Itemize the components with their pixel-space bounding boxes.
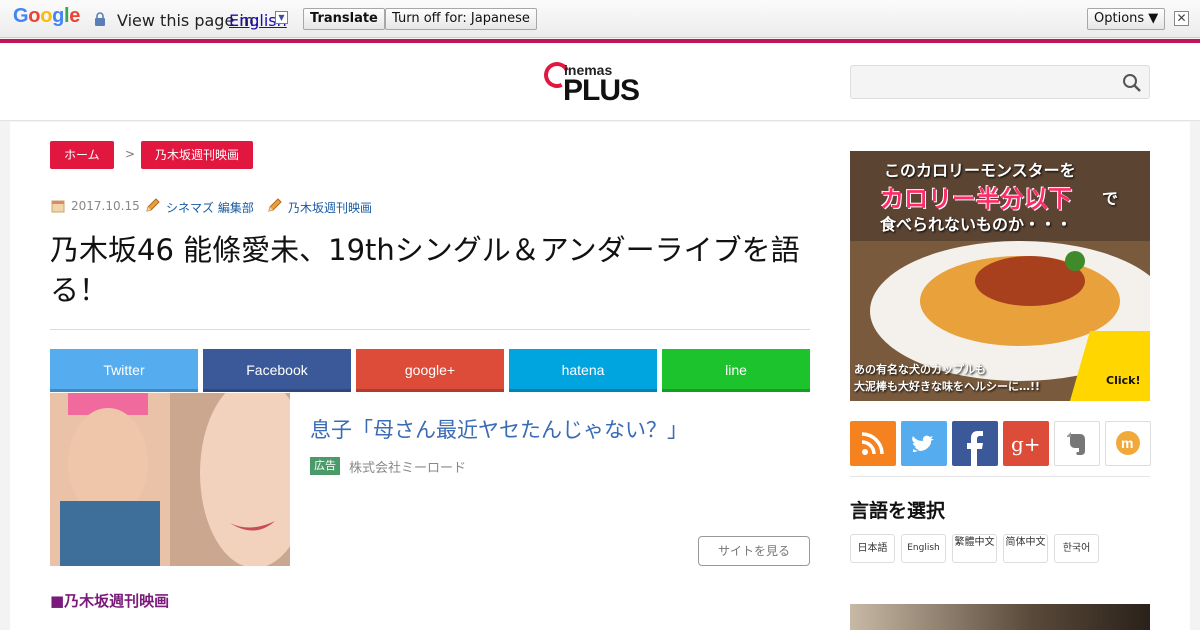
- language-option-simplified-chinese[interactable]: 简体中文: [1003, 534, 1048, 563]
- divider: [50, 329, 810, 330]
- evernote-icon[interactable]: [1054, 421, 1100, 466]
- svg-text:g+: g+: [1011, 432, 1041, 456]
- section-heading: ■乃木坂週刊映画: [50, 592, 170, 610]
- ad-badge: 広告: [310, 457, 340, 475]
- search-icon[interactable]: [1122, 73, 1142, 93]
- options-button[interactable]: Options ▼: [1087, 8, 1166, 30]
- language-select-heading: 言語を選択: [850, 500, 946, 522]
- rss-icon[interactable]: [850, 421, 896, 466]
- svg-text:m: m: [1121, 435, 1133, 451]
- ad-copy-2-suffix: で: [1102, 189, 1119, 208]
- ad-title[interactable]: 息子「母さん最近ヤセたんじゃない？」: [310, 414, 688, 444]
- post-date: 2017.10.15: [71, 199, 140, 213]
- ad-copy-5: 大泥棒も大好きな味をヘルシーに…!!: [854, 380, 1041, 393]
- language-option-japanese[interactable]: 日本語: [850, 534, 895, 563]
- ad-copy-4: あの有名な犬のカップルも: [854, 363, 986, 376]
- google-plus-icon[interactable]: g+: [1003, 421, 1049, 466]
- facebook-icon[interactable]: [952, 421, 998, 466]
- ad-copy-1: このカロリーモンスターを: [884, 161, 1076, 180]
- ad-image[interactable]: [50, 393, 290, 566]
- pencil-icon: [268, 198, 282, 212]
- share-google-button[interactable]: google+: [356, 349, 504, 392]
- ad-visit-button[interactable]: サイトを見る: [698, 536, 810, 566]
- breadcrumb-separator: >: [125, 147, 136, 161]
- share-facebook-button[interactable]: Facebook: [203, 349, 351, 392]
- twitter-icon[interactable]: [901, 421, 947, 466]
- translate-button[interactable]: Translate: [303, 8, 385, 30]
- close-icon[interactable]: ✕: [1174, 11, 1189, 26]
- language-option-korean[interactable]: 한국어: [1054, 534, 1099, 563]
- share-line-button[interactable]: line: [662, 349, 810, 392]
- article-title: 乃木坂46 能條愛未、19thシングル＆アンダーライブを語る！: [50, 233, 800, 307]
- calendar-icon: [51, 200, 65, 213]
- share-hatena-button[interactable]: hatena: [509, 349, 657, 392]
- ad-sponsor: 株式会社ミーロード: [349, 461, 467, 476]
- language-option-english[interactable]: English: [901, 534, 946, 563]
- share-twitter-button[interactable]: Twitter: [50, 349, 198, 392]
- turn-off-translate-button[interactable]: Turn off for: Japanese: [385, 8, 537, 30]
- dropdown-arrow-icon[interactable]: ▼: [275, 11, 288, 24]
- ad-copy-3: 食べられないものか・・・: [880, 215, 1073, 234]
- feedly-m-icon[interactable]: m: [1105, 421, 1151, 466]
- language-option-traditional-chinese[interactable]: 繁體中文: [952, 534, 997, 563]
- sidebar-ad-banner[interactable]: このカロリーモンスターを カロリー半分以下 で 食べられないものか・・・ あの有…: [850, 151, 1150, 401]
- category-link[interactable]: 乃木坂週刊映画: [288, 199, 372, 216]
- breadcrumb-home[interactable]: ホーム: [50, 141, 114, 169]
- divider: [850, 476, 1150, 477]
- lock-icon: [95, 12, 105, 26]
- breadcrumb-category[interactable]: 乃木坂週刊映画: [141, 141, 254, 169]
- author-link[interactable]: シネマズ 編集部: [166, 199, 254, 216]
- ad-click-label: Click!: [1106, 374, 1141, 387]
- pencil-icon: [146, 198, 160, 212]
- sidebar-banner-partial[interactable]: [850, 604, 1150, 630]
- logo-text-plus[interactable]: PLUS: [563, 74, 640, 108]
- search-input[interactable]: [850, 65, 1150, 99]
- google-logo: Google: [13, 5, 81, 27]
- ad-copy-2: カロリー半分以下: [880, 185, 1072, 213]
